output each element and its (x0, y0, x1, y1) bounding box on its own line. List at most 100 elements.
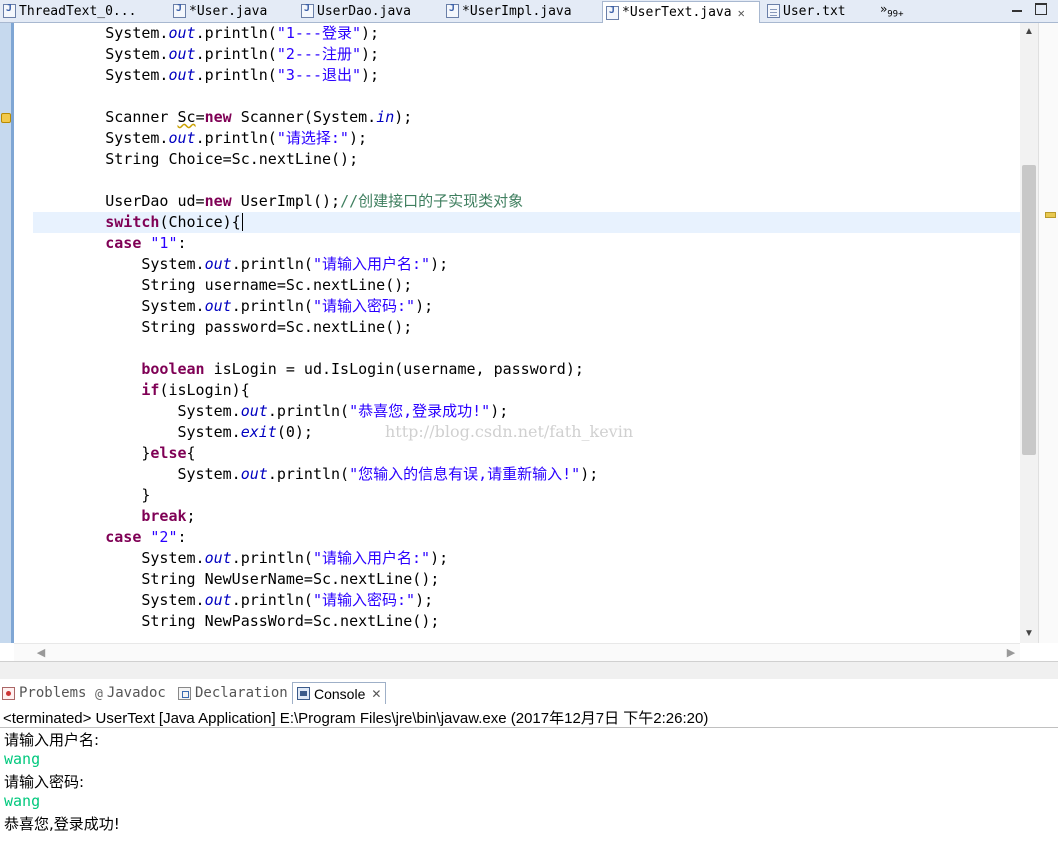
code-token: else (150, 444, 187, 462)
code-token: //创建接口的子实现类对象 (340, 192, 524, 210)
code-line[interactable]: }else{ (33, 443, 1020, 464)
tab-threadtext[interactable]: ThreadText_0... (0, 0, 166, 22)
code-line[interactable]: System.out.println("请输入密码:"); (33, 590, 1020, 611)
code-token: "恭喜您,登录成功!" (349, 402, 491, 420)
code-token: "请输入用户名:" (312, 255, 431, 273)
code-line[interactable]: case "2": (33, 527, 1020, 548)
warning-marker[interactable] (1045, 212, 1056, 218)
code-token: String password=Sc.nextLine(); (33, 318, 413, 336)
code-line[interactable]: String NewUserName=Sc.nextLine(); (33, 569, 1020, 590)
code-line[interactable]: System.out.println("请输入密码:"); (33, 296, 1020, 317)
code-token: (isLogin){ (159, 381, 250, 399)
text-file-icon (767, 4, 780, 18)
tab-label: Problems (19, 685, 87, 701)
code-token: : (177, 528, 187, 546)
code-line[interactable]: System.out.println("恭喜您,登录成功!"); (33, 401, 1020, 422)
code-token: new (204, 108, 232, 126)
code-token: ); (361, 45, 380, 63)
tab-userimpl-java[interactable]: *UserImpl.java (443, 0, 601, 22)
overview-ruler[interactable] (1038, 23, 1058, 643)
tab-label: *UserText.java (622, 5, 732, 20)
code-token: .println( (195, 24, 277, 42)
close-icon[interactable]: ✕ (738, 6, 745, 20)
code-line[interactable]: String NewPassWord=Sc.nextLine(); (33, 611, 1020, 632)
code-area[interactable]: System.out.println("1---登录"); System.out… (33, 23, 1020, 643)
code-line[interactable]: case "1": (33, 233, 1020, 254)
tab-problems[interactable]: Problems (2, 682, 86, 704)
code-line[interactable]: } (33, 485, 1020, 506)
code-line[interactable]: System.out.println("您输入的信息有误,请重新输入!"); (33, 464, 1020, 485)
scroll-left-icon[interactable]: ◀ (32, 644, 50, 662)
code-token: UserImpl(); (231, 192, 341, 210)
code-token: "您输入的信息有误,请重新输入!" (349, 465, 581, 483)
tab-label: Declaration (195, 685, 288, 701)
code-token: switch (105, 213, 160, 231)
panel-splitter[interactable] (0, 661, 1058, 679)
console-output-line: 恭喜您,登录成功! (4, 815, 120, 833)
code-line[interactable]: System.out.println("请输入用户名:"); (33, 548, 1020, 569)
code-line[interactable]: Scanner Sc=new Scanner(System.in); (33, 107, 1020, 128)
code-token: ); (394, 108, 413, 126)
close-icon[interactable]: ✕ (371, 687, 381, 701)
code-token: String username=Sc.nextLine(); (33, 276, 413, 294)
code-line[interactable]: String password=Sc.nextLine(); (33, 317, 1020, 338)
code-token: System. (33, 549, 205, 567)
horizontal-scrollbar[interactable]: ◀ ▶ (14, 643, 1020, 662)
code-token: System. (33, 255, 205, 273)
code-token: .println( (231, 297, 313, 315)
warning-icon[interactable] (1, 113, 11, 123)
code-token: "2---注册" (276, 45, 362, 63)
divider (0, 727, 1058, 728)
console-view[interactable]: <terminated> UserText [Java Application]… (0, 705, 1058, 845)
tab-declaration[interactable]: Declaration (178, 682, 288, 704)
tab-label: Console (314, 685, 366, 702)
code-line[interactable]: if(isLogin){ (33, 380, 1020, 401)
code-line[interactable]: System.out.println("1---登录"); (33, 23, 1020, 44)
minimize-icon[interactable] (1010, 4, 1024, 16)
code-line[interactable] (33, 338, 1020, 359)
code-line[interactable]: String Choice=Sc.nextLine(); (33, 149, 1020, 170)
scrollbar-thumb[interactable] (1022, 165, 1036, 455)
code-token: .println( (267, 402, 350, 420)
code-token: out (204, 549, 232, 567)
tab-usertext-java[interactable]: *UserText.java ✕ (602, 1, 760, 23)
tab-javadoc[interactable]: @ Javadoc (95, 682, 166, 704)
code-token: case (105, 528, 142, 546)
code-line[interactable]: UserDao ud=new UserImpl();//创建接口的子实现类对象 (33, 191, 1020, 212)
code-line[interactable]: System.out.println("请输入用户名:"); (33, 254, 1020, 275)
code-token: ); (490, 402, 509, 420)
code-line[interactable] (33, 170, 1020, 191)
watermark: http://blog.csdn.net/fath_kevin (385, 422, 634, 441)
code-token: ); (348, 129, 367, 147)
console-icon (297, 687, 310, 700)
code-line[interactable]: break; (33, 506, 1020, 527)
code-line[interactable]: String username=Sc.nextLine(); (33, 275, 1020, 296)
tab-label: *UserImpl.java (462, 3, 572, 19)
scroll-right-icon[interactable]: ▶ (1002, 644, 1020, 662)
code-line[interactable]: System.out.println("2---注册"); (33, 44, 1020, 65)
tab-label: *User.java (189, 3, 268, 19)
scroll-up-icon[interactable]: ▲ (1020, 23, 1038, 41)
scroll-down-icon[interactable]: ▼ (1020, 625, 1038, 643)
code-editor[interactable]: System.out.println("1---登录"); System.out… (0, 23, 1058, 662)
code-token: new (204, 192, 232, 210)
tab-user-txt[interactable]: User.txt (764, 0, 874, 22)
code-line[interactable] (33, 86, 1020, 107)
tab-console[interactable]: Console ✕ (292, 682, 387, 704)
tab-userdao-java[interactable]: UserDao.java (298, 0, 440, 22)
console-output-line: 请输入密码: (4, 773, 85, 791)
code-line[interactable]: boolean isLogin = ud.IsLogin(username, p… (33, 359, 1020, 380)
code-line[interactable]: switch(Choice){ (33, 212, 1020, 233)
code-token: } (33, 444, 151, 462)
maximize-icon[interactable] (1035, 3, 1047, 15)
code-line[interactable]: System.out.println("请选择:"); (33, 128, 1020, 149)
vertical-scrollbar[interactable]: ▲ ▼ (1020, 23, 1038, 643)
code-line[interactable]: System.out.println("3---退出"); (33, 65, 1020, 86)
code-token: System. (33, 297, 205, 315)
code-token: ); (415, 297, 434, 315)
tab-user-java[interactable]: *User.java (170, 0, 296, 22)
code-token: "请选择:" (276, 129, 349, 147)
tab-overflow-button[interactable]: »99+ (880, 2, 904, 19)
